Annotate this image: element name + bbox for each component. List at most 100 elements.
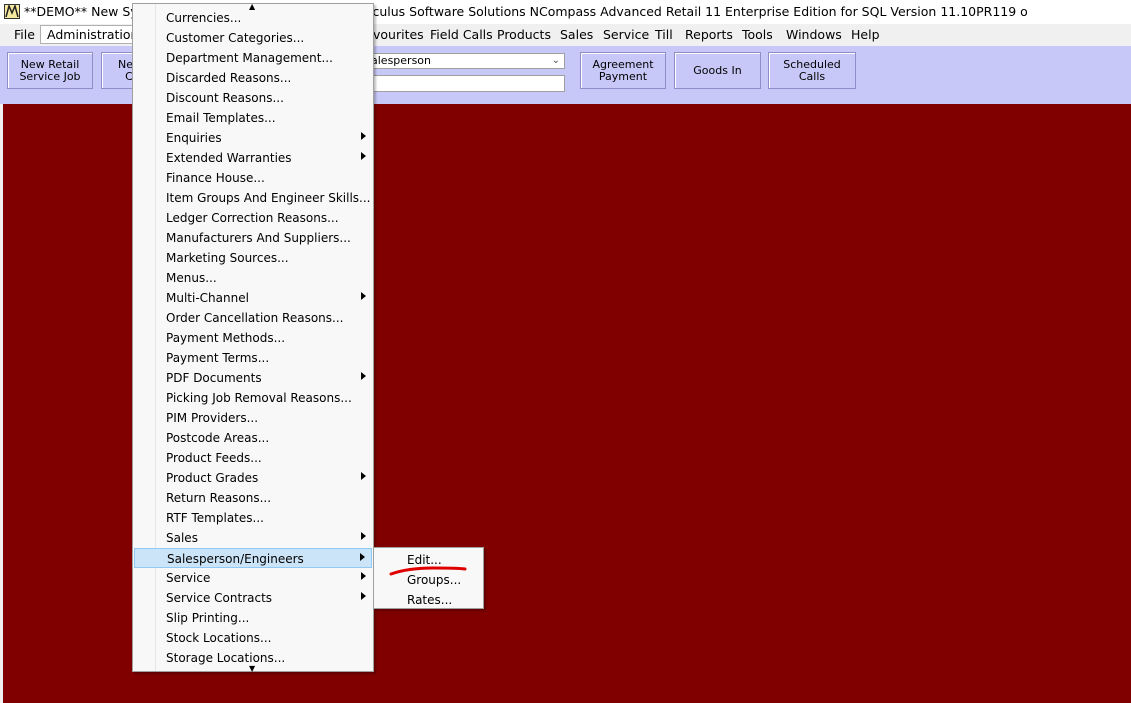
menu-item-postcode-areas[interactable]: Postcode Areas... <box>134 428 372 448</box>
menu-item-label: Manufacturers And Suppliers... <box>166 231 351 245</box>
menu-item-label: PIM Providers... <box>166 411 259 425</box>
menu-item-manufacturers-and-suppliers[interactable]: Manufacturers And Suppliers... <box>134 228 372 248</box>
menu-item-label: RTF Templates... <box>166 511 264 525</box>
submenu-arrow-icon <box>361 572 366 580</box>
menu-item-label: Enquiries <box>166 131 222 145</box>
toolbar-text-input[interactable] <box>368 75 565 92</box>
menu-item-slip-printing[interactable]: Slip Printing... <box>134 608 372 628</box>
menu-item-label: Salesperson/Engineers <box>167 552 304 566</box>
red-annotation-underline <box>389 566 467 576</box>
menu-item-label: Product Grades <box>166 471 259 485</box>
menu-item-pdf-documents[interactable]: PDF Documents <box>134 368 372 388</box>
menu-till[interactable]: Till <box>655 27 673 42</box>
menu-item-discount-reasons[interactable]: Discount Reasons... <box>134 88 372 108</box>
menu-item-discarded-reasons[interactable]: Discarded Reasons... <box>134 68 372 88</box>
menu-item-product-grades[interactable]: Product Grades <box>134 468 372 488</box>
salesperson-select-value: alesperson <box>371 54 432 67</box>
menu-item-label: Ledger Correction Reasons... <box>166 211 339 225</box>
submenu-item-rates[interactable]: Rates... <box>375 590 482 610</box>
scheduled-calls-button[interactable]: Scheduled Calls <box>768 52 856 89</box>
menu-field-calls[interactable]: Field Calls <box>430 27 493 42</box>
menu-item-label: Postcode Areas... <box>166 431 270 445</box>
menu-item-label: Sales <box>166 531 198 545</box>
scroll-down-icon[interactable]: ▼ <box>249 664 255 673</box>
menu-item-payment-methods[interactable]: Payment Methods... <box>134 328 372 348</box>
menu-item-rtf-templates[interactable]: RTF Templates... <box>134 508 372 528</box>
new-retail-service-job-button[interactable]: New Retail Service Job <box>7 52 93 89</box>
menu-products[interactable]: Products <box>497 27 551 42</box>
menu-item-label: Item Groups And Engineer Skills... <box>166 191 371 205</box>
menu-item-service[interactable]: Service <box>134 568 372 588</box>
submenu-arrow-icon <box>361 292 366 300</box>
menu-item-label: Return Reasons... <box>166 491 272 505</box>
window-title-right: lculus Software Solutions NCompass Advan… <box>369 4 1028 19</box>
goods-in-button[interactable]: Goods In <box>674 52 761 89</box>
menu-item-label: Finance House... <box>166 171 265 185</box>
menu-item-label: Department Management... <box>166 51 333 65</box>
menu-item-label: Menus... <box>166 271 217 285</box>
menu-item-label: Order Cancellation Reasons... <box>166 311 344 325</box>
menu-item-menus[interactable]: Menus... <box>134 268 372 288</box>
menu-item-service-contracts[interactable]: Service Contracts <box>134 588 372 608</box>
menu-item-label: Storage Locations... <box>166 651 286 665</box>
menu-item-email-templates[interactable]: Email Templates... <box>134 108 372 128</box>
menu-item-customer-categories[interactable]: Customer Categories... <box>134 28 372 48</box>
menu-item-label: Service Contracts <box>166 591 273 605</box>
menu-windows[interactable]: Windows <box>786 27 842 42</box>
submenu-arrow-icon <box>361 532 366 540</box>
menu-service[interactable]: Service <box>603 27 649 42</box>
menu-item-label: Email Templates... <box>166 111 276 125</box>
menu-item-extended-warranties[interactable]: Extended Warranties <box>134 148 372 168</box>
menu-administration[interactable]: Administration <box>40 25 146 44</box>
menu-item-return-reasons[interactable]: Return Reasons... <box>134 488 372 508</box>
menu-item-label: Customer Categories... <box>166 31 305 45</box>
menu-item-salesperson-engineers[interactable]: Salesperson/Engineers <box>134 548 372 568</box>
menu-item-order-cancellation-reasons[interactable]: Order Cancellation Reasons... <box>134 308 372 328</box>
chevron-down-icon: ⌄ <box>551 55 560 66</box>
salesperson-engineers-submenu: Edit... Groups... Rates... <box>373 547 484 609</box>
menu-item-stock-locations[interactable]: Stock Locations... <box>134 628 372 648</box>
menu-item-label: Stock Locations... <box>166 631 272 645</box>
submenu-item-label: Rates... <box>407 593 453 607</box>
menu-item-ledger-correction-reasons[interactable]: Ledger Correction Reasons... <box>134 208 372 228</box>
menu-item-label: PDF Documents <box>166 371 262 385</box>
menu-item-currencies[interactable]: Currencies... <box>134 8 372 28</box>
administration-dropdown-menu: ▲ Currencies... Customer Categories... Dep… <box>132 2 374 673</box>
menu-item-label: Slip Printing... <box>166 611 250 625</box>
app-logo-icon <box>4 4 20 19</box>
menu-item-product-feeds[interactable]: Product Feeds... <box>134 448 372 468</box>
window-title-left: **DEMO** New Syst <box>24 4 150 19</box>
salesperson-select[interactable]: alesperson ⌄ <box>368 53 565 69</box>
menu-item-label: Discarded Reasons... <box>166 71 292 85</box>
menu-item-label: Discount Reasons... <box>166 91 284 105</box>
menu-item-item-groups-and-engineer-skills[interactable]: Item Groups And Engineer Skills... <box>134 188 372 208</box>
menu-item-finance-house[interactable]: Finance House... <box>134 168 372 188</box>
menu-help[interactable]: Help <box>851 27 880 42</box>
menu-item-label: Marketing Sources... <box>166 251 289 265</box>
menu-item-multi-channel[interactable]: Multi-Channel <box>134 288 372 308</box>
submenu-arrow-icon <box>361 152 366 160</box>
agreement-payment-button[interactable]: Agreement Payment <box>580 52 666 89</box>
submenu-arrow-icon <box>361 132 366 140</box>
menu-item-enquiries[interactable]: Enquiries <box>134 128 372 148</box>
menu-sales[interactable]: Sales <box>560 27 593 42</box>
menu-item-label: Picking Job Removal Reasons... <box>166 391 352 405</box>
menu-item-picking-job-removal-reasons[interactable]: Picking Job Removal Reasons... <box>134 388 372 408</box>
menu-favourites[interactable]: vourites <box>373 27 424 42</box>
menu-item-label: Product Feeds... <box>166 451 262 465</box>
menu-item-label: Payment Terms... <box>166 351 270 365</box>
menu-item-department-management[interactable]: Department Management... <box>134 48 372 68</box>
submenu-arrow-icon <box>360 553 365 561</box>
menu-item-sales[interactable]: Sales <box>134 528 372 548</box>
submenu-arrow-icon <box>361 592 366 600</box>
menu-item-label: Service <box>166 571 211 585</box>
menu-item-payment-terms[interactable]: Payment Terms... <box>134 348 372 368</box>
menu-item-label: Extended Warranties <box>166 151 292 165</box>
menu-item-label: Currencies... <box>166 11 242 25</box>
menu-tools[interactable]: Tools <box>742 27 773 42</box>
menu-item-marketing-sources[interactable]: Marketing Sources... <box>134 248 372 268</box>
submenu-arrow-icon <box>361 472 366 480</box>
menu-file[interactable]: File <box>14 27 35 42</box>
menu-item-pim-providers[interactable]: PIM Providers... <box>134 408 372 428</box>
menu-reports[interactable]: Reports <box>685 27 733 42</box>
